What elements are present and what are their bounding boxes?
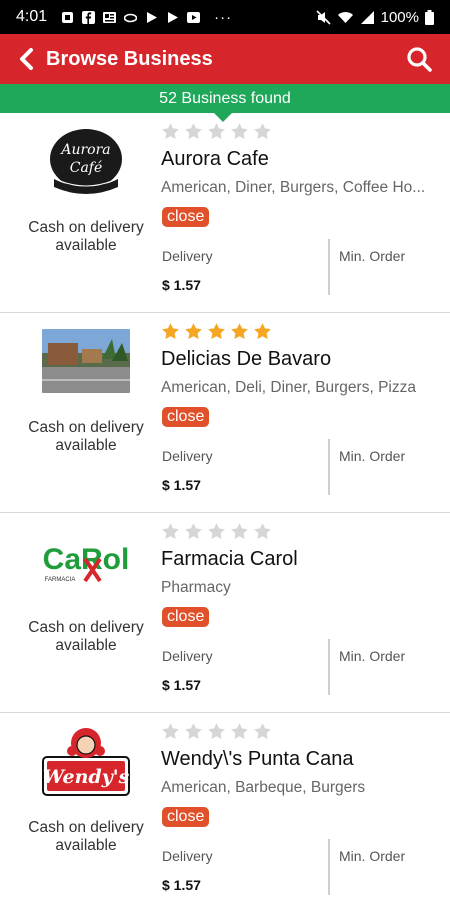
facebook-icon [82,10,96,24]
status-badge: close [162,807,210,827]
divider [328,639,330,695]
business-card[interactable]: Wendy's Cash on delivery available Wendy… [0,713,450,900]
back-button[interactable] [6,34,46,84]
news-icon [103,11,117,23]
cloud-icon [124,13,138,22]
star-icon [185,123,202,139]
results-count-bar: 52 Business found [0,84,450,113]
delivery-label: Delivery [162,648,213,664]
wendys-logo: Wendy's [38,721,134,801]
business-list: Aurora Café Cash on delivery available A… [0,113,450,900]
street-photo [38,321,134,401]
business-name[interactable]: Delicias De Bavaro [161,348,331,371]
wendys-logo-text: Wendy's [43,766,130,788]
cash-on-delivery-label: Cash on delivery available [28,819,144,854]
divider [328,439,330,495]
star-icon [254,723,271,739]
business-cuisine: American, Deli, Diner, Burgers, Pizza [161,379,416,396]
business-name[interactable]: Wendy\'s Punta Cana [161,748,353,771]
star-icon [185,523,202,539]
play-icon [187,11,201,23]
app-bar: Browse Business [0,34,450,84]
star-icon [231,723,248,739]
business-card[interactable]: Cash on delivery available Delicias De B… [0,313,450,513]
delivery-fee: $ 1.57 [162,477,201,493]
divider [328,239,330,295]
business-card[interactable]: Aurora Café Cash on delivery available A… [0,113,450,313]
star-icon [254,523,271,539]
status-badge: close [162,607,210,627]
min-order-label: Min. Order [339,448,406,464]
wifi-icon [337,11,353,23]
cash-on-delivery-label: Cash on delivery available [28,619,144,654]
status-badge: close [162,407,210,427]
rating-stars [161,122,272,141]
aurora-logo-text-1: Aurora [59,142,110,158]
star-icon [162,723,179,739]
business-cuisine: American, Barbeque, Burgers [161,779,366,796]
delivery-fee: $ 1.57 [162,677,201,693]
divider [328,839,330,895]
battery-percent: 100% [380,8,419,26]
min-order-label: Min. Order [339,848,406,864]
delivery-fee: $ 1.57 [162,277,201,293]
status-badge: close [162,207,210,227]
delivery-label: Delivery [162,248,213,264]
star-icon [208,323,225,339]
delivery-label: Delivery [162,448,213,464]
business-name[interactable]: Aurora Cafe [161,148,269,171]
aurora-logo-text-2: Café [70,160,103,176]
cash-on-delivery-label: Cash on delivery available [28,219,144,254]
star-icon [231,323,248,339]
star-icon [208,123,225,139]
star-icon [231,123,248,139]
more-notifications-icon: ··· [214,8,233,26]
star-icon [208,723,225,739]
page-title: Browse Business [46,47,213,70]
star-icon [162,523,179,539]
play-store-icon-2 [168,11,179,23]
delivery-label: Delivery [162,848,213,864]
search-button[interactable] [394,34,444,84]
star-icon [185,323,202,339]
star-icon [162,123,179,139]
star-icon [231,523,248,539]
min-order-label: Min. Order [339,648,406,664]
rating-stars [161,522,272,541]
star-icon [185,723,202,739]
business-name[interactable]: Farmacia Carol [161,548,298,571]
business-cuisine: American, Diner, Burgers, Coffee Ho... [161,179,426,196]
mute-icon [316,9,331,25]
business-cuisine: Pharmacy [161,579,231,596]
chevron-left-icon [20,48,33,70]
status-bar: 4:01 ··· 100% [0,0,450,34]
cash-on-delivery-label: Cash on delivery available [28,419,144,454]
search-icon [407,47,432,72]
aurora-cafe-logo: Aurora Café [38,121,134,201]
star-icon [254,323,271,339]
delivery-fee: $ 1.57 [162,877,201,893]
battery-icon [425,9,434,25]
star-icon [162,323,179,339]
rating-stars [161,322,272,341]
notification-icon [62,11,74,23]
status-time: 4:01 [16,8,48,25]
signal-icon [360,10,374,24]
star-icon [208,523,225,539]
rating-stars [161,722,272,741]
business-card[interactable]: CaRol FARMACIA Cash on delivery availabl… [0,513,450,713]
farmacia-carol-logo: CaRol FARMACIA [38,521,134,601]
min-order-label: Min. Order [339,248,406,264]
carol-logo-subtext: FARMACIA [45,577,76,583]
star-icon [254,123,271,139]
play-store-icon [147,11,158,23]
